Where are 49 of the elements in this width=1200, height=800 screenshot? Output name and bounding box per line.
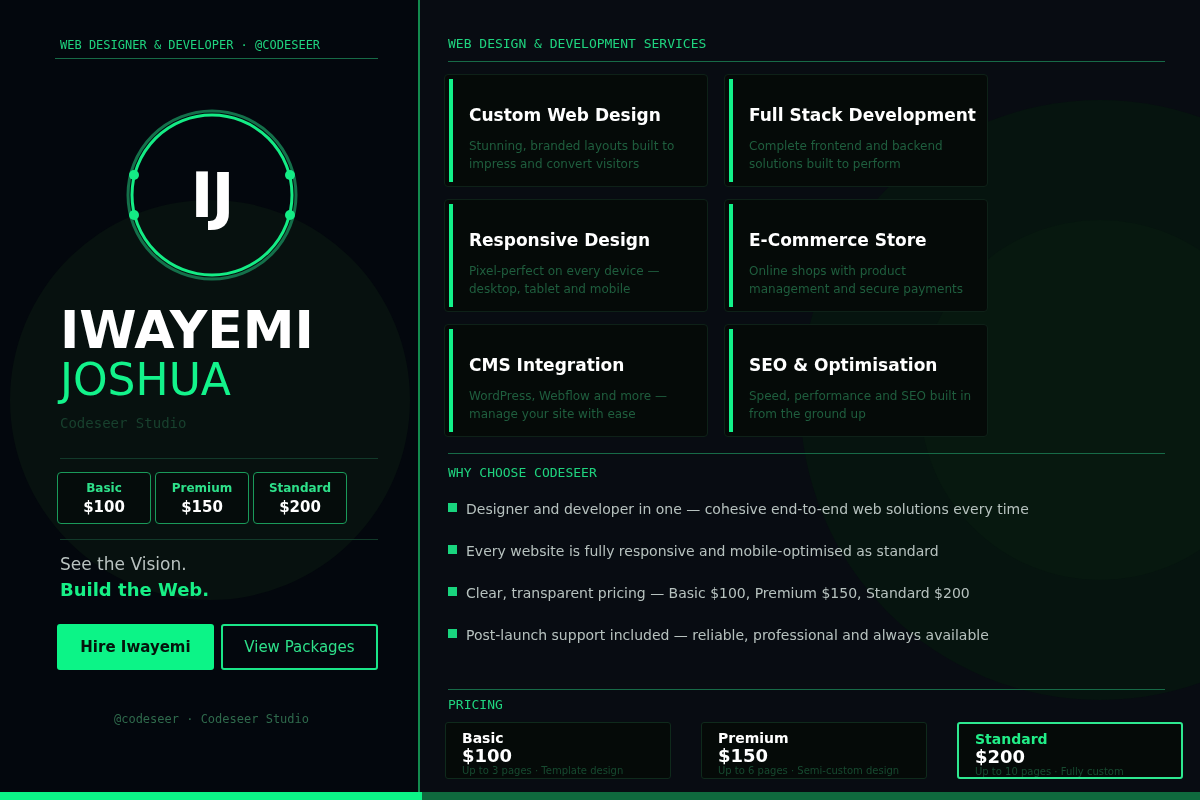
why-heading: WHY CHOOSE CODESEER <box>448 453 1165 480</box>
service-title: Custom Web Design <box>469 105 662 125</box>
plan-note: Up to 3 pages · Template design <box>462 765 625 777</box>
hire-button[interactable]: Hire Iwayemi <box>57 624 214 670</box>
tile-name: Standard <box>268 480 332 495</box>
bullet-icon <box>448 545 457 554</box>
plan-name: Premium <box>718 730 790 746</box>
plan-card[interactable]: Premium $150 Up to 6 pages · Semi-custom design <box>701 722 927 779</box>
slogan: See the Vision. <box>60 554 188 574</box>
plan-note: Up to 6 pages · Semi-custom design <box>718 765 901 777</box>
tile-price: $200 <box>279 497 321 516</box>
service-description: Stunning, branded layouts built to impress and convert visitors <box>469 138 676 173</box>
pricing-heading: PRICING <box>448 689 1165 712</box>
service-title: Responsive Design <box>469 230 652 250</box>
packages-button[interactable]: View Packages <box>220 624 378 670</box>
first-name: IWAYEMI <box>60 303 315 357</box>
tile-price: $150 <box>181 497 223 516</box>
tile-price: $100 <box>83 497 125 516</box>
benefit-text: Post-launch support included — reliable, professional and always available <box>466 627 989 643</box>
plan-price: $150 <box>718 746 770 765</box>
tile-name: Basic <box>86 480 122 495</box>
plan-price: $200 <box>975 747 1027 766</box>
bullet-icon <box>448 587 457 596</box>
bullet-icon <box>448 503 457 512</box>
service-description: Pixel-perfect on every device — desktop, tablet and mobile <box>469 263 661 298</box>
plan-name: Standard <box>975 731 1049 747</box>
service-title: Full Stack Development <box>749 105 977 125</box>
plan-name: Basic <box>462 730 505 746</box>
benefit-text: Designer and developer in one — cohesive end-to-end web solutions every time <box>466 501 1029 517</box>
bullet-icon <box>448 629 457 638</box>
service-title: SEO & Optimisation <box>749 355 939 375</box>
avatar-initials: IJ <box>190 158 233 232</box>
service-description: Complete frontend and backend solutions built to perform <box>749 138 944 173</box>
plan-card[interactable]: Standard $200 Up to 10 pages · Fully custom <box>957 722 1183 779</box>
plan-price: $100 <box>462 746 514 765</box>
services-heading: WEB DESIGN & DEVELOPMENT SERVICES <box>448 36 1165 62</box>
role-tagline: WEB DESIGNER & DEVELOPER · @CODESEER <box>55 38 378 59</box>
plan-note: Up to 10 pages · Fully custom <box>975 766 1125 778</box>
slogan-highlight: Build the Web. <box>60 579 211 600</box>
plan-card[interactable]: Basic $100 Up to 3 pages · Template design <box>445 722 671 779</box>
footer-handle: @codeseer · Codeseer Studio <box>113 712 310 726</box>
benefit-text: Clear, transparent pricing — Basic $100, Premium $150, Standard $200 <box>466 585 970 601</box>
service-description: WordPress, Webflow and more — manage your site with ease <box>469 388 669 423</box>
tile-name: Premium <box>171 480 233 495</box>
service-title: E-Commerce Store <box>749 230 928 250</box>
benefit-text: Every website is fully responsive and mobile-optimised as standard <box>466 543 939 559</box>
service-title: CMS Integration <box>469 355 626 375</box>
service-description: Online shops with product management and secure payments <box>749 263 964 298</box>
service-description: Speed, performance and SEO built in from the ground up <box>749 388 973 423</box>
